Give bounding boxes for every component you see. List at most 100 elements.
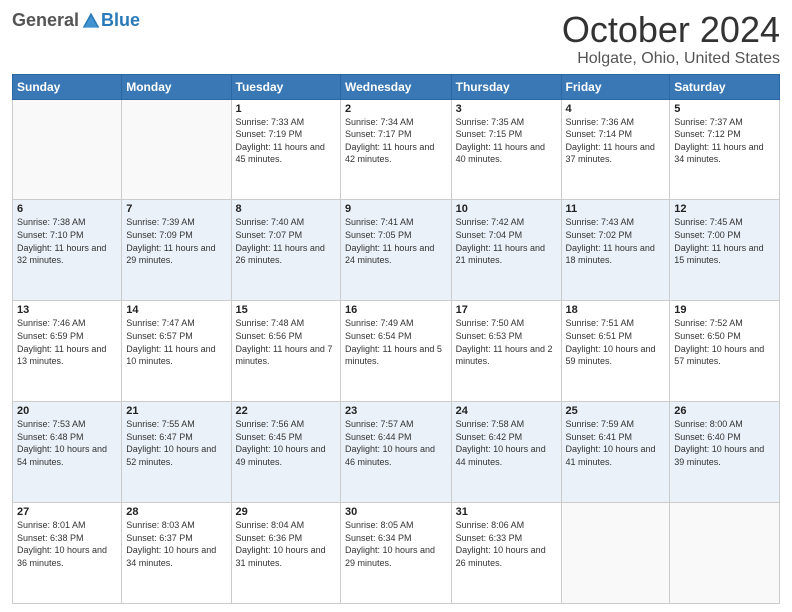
calendar-cell: 22Sunrise: 7:56 AMSunset: 6:45 PMDayligh… — [231, 402, 340, 503]
day-number: 28 — [126, 506, 226, 518]
calendar-cell: 27Sunrise: 8:01 AMSunset: 6:38 PMDayligh… — [13, 503, 122, 604]
sunset-text: Sunset: 7:12 PM — [674, 129, 741, 139]
day-info: Sunrise: 7:45 AMSunset: 7:00 PMDaylight:… — [674, 216, 775, 266]
sunset-text: Sunset: 6:38 PM — [17, 533, 84, 543]
calendar-cell: 13Sunrise: 7:46 AMSunset: 6:59 PMDayligh… — [13, 301, 122, 402]
calendar-cell: 8Sunrise: 7:40 AMSunset: 7:07 PMDaylight… — [231, 200, 340, 301]
day-info: Sunrise: 7:58 AMSunset: 6:42 PMDaylight:… — [456, 418, 557, 468]
day-info: Sunrise: 8:06 AMSunset: 6:33 PMDaylight:… — [456, 519, 557, 569]
day-number: 24 — [456, 405, 557, 417]
calendar-cell: 11Sunrise: 7:43 AMSunset: 7:02 PMDayligh… — [561, 200, 670, 301]
day-number: 13 — [17, 304, 117, 316]
daylight-text: Daylight: 11 hours and 10 minutes. — [126, 344, 215, 367]
day-number: 25 — [566, 405, 666, 417]
sunset-text: Sunset: 7:04 PM — [456, 230, 523, 240]
sunset-text: Sunset: 6:34 PM — [345, 533, 412, 543]
day-number: 15 — [236, 304, 336, 316]
day-info: Sunrise: 7:52 AMSunset: 6:50 PMDaylight:… — [674, 317, 775, 367]
day-number: 8 — [236, 203, 336, 215]
calendar-cell — [670, 503, 780, 604]
calendar-cell: 31Sunrise: 8:06 AMSunset: 6:33 PMDayligh… — [451, 503, 561, 604]
day-number: 3 — [456, 103, 557, 115]
day-info: Sunrise: 7:59 AMSunset: 6:41 PMDaylight:… — [566, 418, 666, 468]
calendar-cell: 29Sunrise: 8:04 AMSunset: 6:36 PMDayligh… — [231, 503, 340, 604]
calendar-week-row: 6Sunrise: 7:38 AMSunset: 7:10 PMDaylight… — [13, 200, 780, 301]
calendar-cell: 16Sunrise: 7:49 AMSunset: 6:54 PMDayligh… — [341, 301, 452, 402]
sunset-text: Sunset: 7:00 PM — [674, 230, 741, 240]
calendar-week-row: 13Sunrise: 7:46 AMSunset: 6:59 PMDayligh… — [13, 301, 780, 402]
day-info: Sunrise: 7:53 AMSunset: 6:48 PMDaylight:… — [17, 418, 117, 468]
calendar-header-saturday: Saturday — [670, 74, 780, 99]
sunrise-text: Sunrise: 7:59 AM — [566, 419, 635, 429]
sunset-text: Sunset: 7:02 PM — [566, 230, 633, 240]
sunset-text: Sunset: 7:05 PM — [345, 230, 412, 240]
logo-blue: Blue — [101, 10, 140, 31]
sunset-text: Sunset: 7:17 PM — [345, 129, 412, 139]
day-number: 12 — [674, 203, 775, 215]
daylight-text: Daylight: 11 hours and 21 minutes. — [456, 243, 545, 266]
sunset-text: Sunset: 7:14 PM — [566, 129, 633, 139]
logo-general: General — [12, 10, 79, 31]
sunrise-text: Sunrise: 7:57 AM — [345, 419, 414, 429]
daylight-text: Daylight: 11 hours and 24 minutes. — [345, 243, 434, 266]
day-info: Sunrise: 7:41 AM Sunset: 7:05 PM Daylight:… — [345, 216, 447, 266]
sunrise-text: Sunrise: 7:48 AM — [236, 318, 305, 328]
sunrise-text: Sunrise: 7:41 AM — [345, 217, 414, 227]
day-info: Sunrise: 7:48 AMSunset: 6:56 PMDaylight:… — [236, 317, 336, 367]
sunrise-text: Sunrise: 7:53 AM — [17, 419, 86, 429]
calendar-cell: 9Sunrise: 7:41 AMSunset: 7:05 PMDaylight… — [341, 200, 452, 301]
sunset-text: Sunset: 6:33 PM — [456, 533, 523, 543]
day-info: Sunrise: 8:03 AM Sunset: 6:37 PM Daylight:… — [126, 519, 226, 569]
calendar-header-friday: Friday — [561, 74, 670, 99]
day-number: 21 — [126, 405, 226, 417]
sunset-text: Sunset: 6:56 PM — [236, 331, 303, 341]
day-info: Sunrise: 7:57 AMSunset: 6:44 PMDaylight:… — [345, 418, 447, 468]
calendar-week-row: 1Sunrise: 7:33 AMSunset: 7:19 PMDaylight… — [13, 99, 780, 200]
daylight-text: Daylight: 10 hours and 34 minutes. — [126, 545, 216, 568]
day-info: Sunrise: 7:36 AMSunset: 7:14 PMDaylight:… — [566, 116, 666, 166]
sunrise-text: Sunrise: 8:00 AM — [674, 419, 743, 429]
calendar-header-sunday: Sunday — [13, 74, 122, 99]
daylight-text: Daylight: 11 hours and 26 minutes. — [236, 243, 325, 266]
sunrise-text: Sunrise: 7:35 AM — [456, 117, 525, 127]
day-info: Sunrise: 7:33 AMSunset: 7:19 PMDaylight:… — [236, 116, 336, 166]
day-info: Sunrise: 7:40 AMSunset: 7:07 PMDaylight:… — [236, 216, 336, 266]
daylight-text: Daylight: 10 hours and 52 minutes. — [126, 444, 216, 467]
logo: General Blue — [12, 10, 140, 31]
day-info: Sunrise: 7:55 AMSunset: 6:47 PMDaylight:… — [126, 418, 226, 468]
day-info: Sunrise: 7:37 AMSunset: 7:12 PMDaylight:… — [674, 116, 775, 166]
calendar-cell: 23Sunrise: 7:57 AMSunset: 6:44 PMDayligh… — [341, 402, 452, 503]
sunset-text: Sunset: 6:57 PM — [126, 331, 193, 341]
sunrise-text: Sunrise: 8:03 AM — [126, 520, 195, 530]
day-info: Sunrise: 7:47 AMSunset: 6:57 PMDaylight:… — [126, 317, 226, 367]
day-info: Sunrise: 7:49 AMSunset: 6:54 PMDaylight:… — [345, 317, 447, 367]
calendar-cell: 2Sunrise: 7:34 AMSunset: 7:17 PMDaylight… — [341, 99, 452, 200]
sunset-text: Sunset: 6:40 PM — [674, 432, 741, 442]
calendar-header-wednesday: Wednesday — [341, 74, 452, 99]
calendar-week-row: 27Sunrise: 8:01 AMSunset: 6:38 PMDayligh… — [13, 503, 780, 604]
day-info: Sunrise: 7:51 AMSunset: 6:51 PMDaylight:… — [566, 317, 666, 367]
calendar-cell — [561, 503, 670, 604]
calendar-cell: 6Sunrise: 7:38 AMSunset: 7:10 PMDaylight… — [13, 200, 122, 301]
daylight-text: Daylight: 11 hours and 40 minutes. — [456, 142, 545, 165]
daylight-text: Daylight: 11 hours and 5 minutes. — [345, 344, 442, 367]
day-number: 20 — [17, 405, 117, 417]
sunset-text: Sunset: 7:10 PM — [17, 230, 84, 240]
sunrise-text: Sunrise: 7:56 AM — [236, 419, 305, 429]
sunrise-text: Sunrise: 8:04 AM — [236, 520, 305, 530]
day-number: 5 — [674, 103, 775, 115]
day-number: 30 — [345, 506, 447, 518]
logo-icon — [81, 11, 101, 31]
title-area: October 2024 Holgate, Ohio, United State… — [562, 10, 780, 68]
calendar-cell: 18Sunrise: 7:51 AMSunset: 6:51 PMDayligh… — [561, 301, 670, 402]
sunrise-text: Sunrise: 7:43 AM — [566, 217, 635, 227]
sunrise-text: Sunrise: 7:58 AM — [456, 419, 525, 429]
day-number: 19 — [674, 304, 775, 316]
calendar-cell — [122, 99, 231, 200]
day-info: Sunrise: 8:01 AMSunset: 6:38 PMDaylight:… — [17, 519, 117, 569]
sunset-text: Sunset: 6:37 PM — [126, 533, 193, 543]
calendar-cell: 14Sunrise: 7:47 AMSunset: 6:57 PMDayligh… — [122, 301, 231, 402]
sunset-text: Sunset: 6:51 PM — [566, 331, 633, 341]
day-info: Sunrise: 8:00 AMSunset: 6:40 PMDaylight:… — [674, 418, 775, 468]
sunrise-text: Sunrise: 7:51 AM — [566, 318, 635, 328]
